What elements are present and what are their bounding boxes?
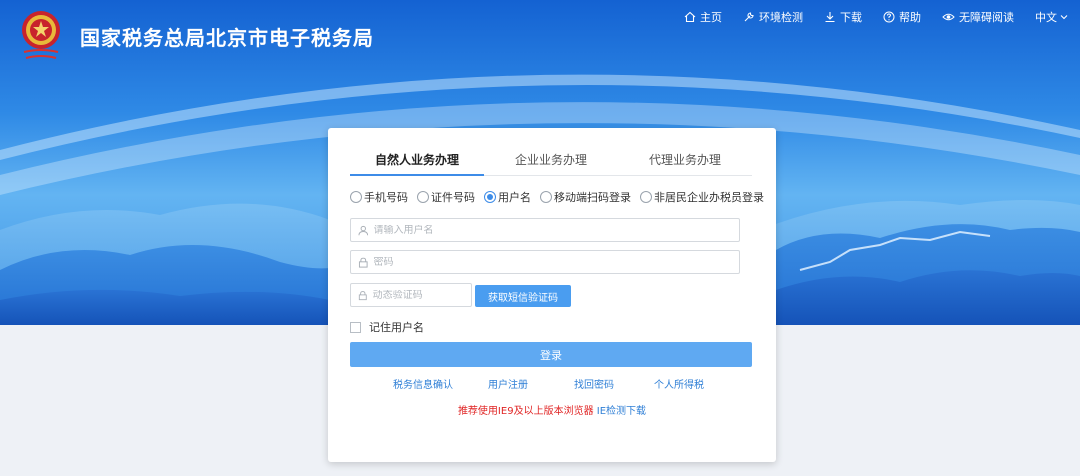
top-header: 国家税务总局北京市电子税务局 主页 环境检测 下载 帮助 无障碍阅读 中文: [0, 0, 1080, 62]
radio-username[interactable]: 用户名: [484, 189, 531, 205]
radio-circle: [417, 191, 429, 203]
radio-phone-label: 手机号码: [364, 191, 408, 204]
language-selector[interactable]: 中文: [1035, 9, 1068, 25]
nav-accessibility-label: 无障碍阅读: [959, 11, 1014, 24]
radio-id-number[interactable]: 证件号码: [417, 189, 475, 205]
nav-env-check-label: 环境检测: [759, 11, 803, 24]
password-field: [350, 250, 740, 274]
radio-circle: [350, 191, 362, 203]
username-field: [350, 218, 740, 242]
remember-username-label: 记住用户名: [369, 321, 424, 334]
wrench-icon: [744, 12, 754, 22]
password-input[interactable]: [373, 256, 739, 268]
dynamic-code-input[interactable]: [372, 289, 471, 301]
browser-notice: 推荐使用IE9及以上版本浏览器 IE检测下载: [328, 402, 776, 417]
link-recover-password[interactable]: 找回密码: [574, 376, 614, 391]
radio-nonresident[interactable]: 非居民企业办税员登录: [640, 189, 764, 205]
radio-mobile-scan-label: 移动端扫码登录: [554, 191, 631, 204]
radio-id-number-label: 证件号码: [431, 191, 475, 204]
lock-icon: [358, 257, 368, 268]
home-icon: [684, 11, 696, 23]
nav-accessibility[interactable]: 无障碍阅读: [942, 9, 1014, 25]
tab-enterprise[interactable]: 企业业务办理: [484, 148, 618, 175]
radio-phone[interactable]: 手机号码: [350, 189, 408, 205]
tax-emblem-logo: [22, 11, 60, 59]
download-icon: [825, 12, 835, 23]
browser-notice-text: 推荐使用IE9及以上版本浏览器: [457, 406, 594, 417]
help-icon: [883, 11, 895, 23]
radio-username-label: 用户名: [498, 191, 531, 204]
nav-download-label: 下载: [840, 11, 862, 24]
dynamic-code-field: [350, 283, 472, 307]
tab-agent[interactable]: 代理业务办理: [618, 148, 752, 175]
tab-natural-person[interactable]: 自然人业务办理: [350, 148, 484, 176]
link-personal-income-tax[interactable]: 个人所得税: [654, 376, 704, 391]
login-panel: 自然人业务办理 企业业务办理 代理业务办理 手机号码 证件号码 用户名 移动端扫…: [328, 128, 776, 462]
business-tabs: 自然人业务办理 企业业务办理 代理业务办理: [350, 148, 752, 176]
nav-download[interactable]: 下载: [824, 9, 862, 25]
link-tax-info-confirm[interactable]: 税务信息确认: [393, 376, 453, 391]
radio-nonresident-label: 非居民企业办税员登录: [654, 191, 764, 204]
user-icon: [358, 225, 369, 235]
nav-home[interactable]: 主页: [684, 9, 722, 25]
site-title: 国家税务总局北京市电子税务局: [80, 26, 374, 50]
radio-circle: [640, 191, 652, 203]
get-sms-code-button[interactable]: 获取短信验证码: [475, 285, 571, 307]
eye-icon: [942, 13, 955, 21]
top-navigation: 主页 环境检测 下载 帮助 无障碍阅读 中文: [663, 9, 1068, 25]
checkbox-box: [350, 321, 361, 333]
nav-help[interactable]: 帮助: [883, 9, 921, 25]
username-input[interactable]: [373, 224, 739, 236]
radio-mobile-scan[interactable]: 移动端扫码登录: [540, 189, 631, 205]
radio-circle: [540, 191, 552, 203]
auxiliary-links: 税务信息确认 用户注册 找回密码 个人所得税: [328, 376, 776, 392]
remember-username-checkbox[interactable]: 记住用户名: [350, 319, 424, 335]
login-type-radios: 手机号码 证件号码 用户名 移动端扫码登录 非居民企业办税员登录: [350, 189, 764, 205]
link-user-register[interactable]: 用户注册: [488, 376, 528, 391]
nav-help-label: 帮助: [899, 11, 921, 24]
lock-icon: [358, 290, 367, 300]
radio-circle-selected: [484, 191, 496, 203]
language-label: 中文: [1035, 11, 1057, 24]
nav-env-check[interactable]: 环境检测: [743, 9, 803, 25]
login-button[interactable]: 登录: [350, 342, 752, 367]
ie-check-download-link[interactable]: IE检测下载: [597, 406, 646, 417]
nav-home-label: 主页: [700, 11, 722, 24]
chevron-down-icon: [1060, 15, 1068, 20]
